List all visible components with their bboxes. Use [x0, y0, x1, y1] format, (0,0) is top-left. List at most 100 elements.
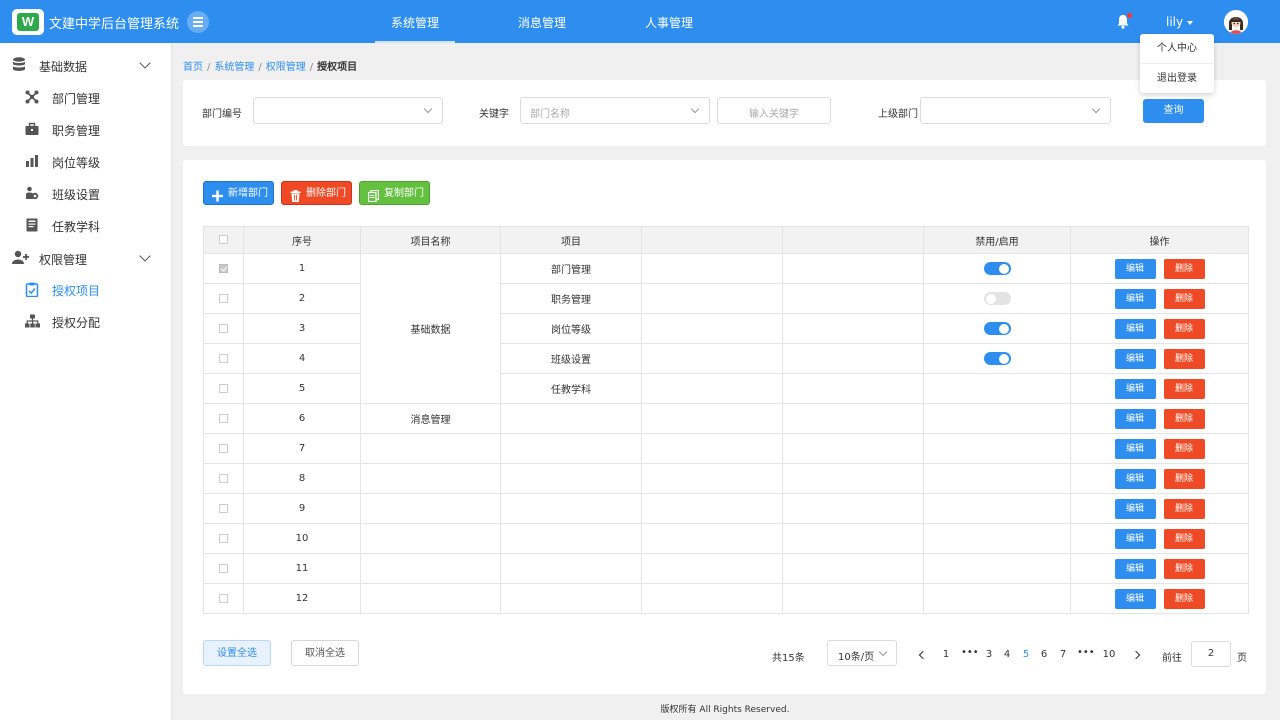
page-number[interactable]: 4 [1000, 649, 1014, 660]
delete-button[interactable]: 删除 [1163, 378, 1205, 399]
page-number-current[interactable]: 5 [1019, 649, 1033, 660]
goto-label: 前往 [1162, 653, 1182, 664]
empty-cell [641, 253, 783, 284]
delete-department-button[interactable]: 删除部门 [281, 181, 352, 205]
edit-button[interactable]: 编辑 [1114, 348, 1156, 369]
row-checkbox[interactable] [219, 293, 228, 303]
next-page-icon[interactable] [1131, 650, 1141, 660]
topnav-message[interactable]: 消息管理 [502, 0, 582, 43]
edit-button[interactable]: 编辑 [1114, 528, 1156, 549]
row-checkbox[interactable] [219, 263, 228, 273]
topnav-hr[interactable]: 人事管理 [629, 0, 709, 43]
sidebar-item-auth-project[interactable]: 授权项目 [0, 273, 172, 305]
select-all-checkbox[interactable] [219, 235, 228, 244]
profile-menu-item[interactable]: 个人中心 [1140, 34, 1214, 63]
page-number[interactable]: 7 [1056, 649, 1070, 660]
query-button[interactable]: 查询 [1143, 99, 1204, 123]
delete-button[interactable]: 删除 [1163, 588, 1205, 609]
edit-button[interactable]: 编辑 [1114, 498, 1156, 519]
prev-page-icon[interactable] [918, 650, 928, 660]
dept-code-select[interactable] [253, 97, 443, 124]
edit-button[interactable]: 编辑 [1114, 378, 1156, 399]
sidebar-item-class-setting[interactable]: 班级设置 [0, 177, 172, 209]
row-select-cell [203, 253, 244, 284]
page-size-select[interactable]: 10条/页 [827, 640, 897, 666]
row-checkbox[interactable] [219, 503, 228, 513]
page-ellipsis[interactable]: ••• [1077, 647, 1095, 658]
project-name-cell [360, 553, 501, 584]
breadcrumb-permission[interactable]: 权限管理 [266, 62, 306, 73]
row-checkbox[interactable] [219, 533, 228, 543]
copy-department-button[interactable]: 复制部门 [359, 181, 430, 205]
delete-button[interactable]: 删除 [1163, 348, 1205, 369]
bell-icon[interactable] [1116, 13, 1132, 29]
topnav-system[interactable]: 系统管理 [375, 0, 455, 43]
enable-toggle[interactable] [983, 292, 1011, 305]
avatar[interactable] [1224, 10, 1248, 34]
breadcrumb-system[interactable]: 系统管理 [214, 62, 254, 73]
enable-toggle[interactable] [983, 322, 1011, 335]
edit-button[interactable]: 编辑 [1114, 258, 1156, 279]
delete-button[interactable]: 删除 [1163, 468, 1205, 489]
row-checkbox[interactable] [219, 413, 228, 423]
user-menu-trigger[interactable]: lily [1166, 15, 1194, 29]
goto-page-input[interactable]: 2 [1191, 641, 1231, 667]
sidebar-group-basic-data[interactable]: 基础数据 [0, 49, 172, 81]
sidebar-group-label: 基础数据 [39, 60, 88, 74]
chevron-down-icon [423, 104, 433, 114]
breadcrumb-home[interactable]: 首页 [183, 62, 203, 73]
delete-button[interactable]: 删除 [1163, 408, 1205, 429]
keyword-input[interactable]: 输入关键字 [717, 97, 831, 124]
clear-selection-button[interactable]: 取消全选 [291, 640, 359, 666]
sidebar-item-position[interactable]: 职务管理 [0, 113, 172, 145]
row-select-cell [203, 343, 244, 374]
delete-button[interactable]: 删除 [1163, 528, 1205, 549]
row-number: 8 [243, 463, 361, 494]
notification-dot [1127, 13, 1132, 18]
add-department-button[interactable]: 新增部门 [203, 181, 274, 205]
enable-toggle[interactable] [983, 352, 1011, 365]
sidebar-item-department[interactable]: 部门管理 [0, 81, 172, 113]
parent-dept-select[interactable] [920, 97, 1111, 124]
page-number[interactable]: 10 [1101, 649, 1117, 660]
project-item-cell: 部门管理 [500, 253, 642, 284]
keyword-label: 关键字 [479, 109, 509, 120]
delete-button[interactable]: 删除 [1163, 288, 1205, 309]
sidebar-group-permission[interactable]: 权限管理 [0, 242, 172, 274]
row-checkbox[interactable] [219, 443, 228, 453]
edit-button[interactable]: 编辑 [1114, 588, 1156, 609]
select-all-button[interactable]: 设置全选 [203, 640, 271, 666]
logout-menu-item[interactable]: 退出登录 [1140, 63, 1214, 92]
delete-button[interactable]: 删除 [1163, 258, 1205, 279]
edit-button[interactable]: 编辑 [1114, 408, 1156, 429]
enable-toggle[interactable] [983, 262, 1011, 275]
empty-cell [782, 433, 924, 464]
sidebar-item-auth-assign[interactable]: 授权分配 [0, 305, 172, 337]
row-checkbox[interactable] [219, 593, 228, 603]
row-checkbox[interactable] [219, 563, 228, 573]
sidebar-item-subject[interactable]: 任教学科 [0, 209, 172, 241]
delete-button[interactable]: 删除 [1163, 498, 1205, 519]
delete-button[interactable]: 删除 [1163, 438, 1205, 459]
row-checkbox[interactable] [219, 473, 228, 483]
page-ellipsis[interactable]: ••• [961, 647, 979, 658]
empty-cell [782, 403, 924, 434]
edit-button[interactable]: 编辑 [1114, 288, 1156, 309]
row-select-cell [203, 523, 244, 554]
page-number[interactable]: 1 [939, 649, 953, 660]
row-checkbox[interactable] [219, 323, 228, 333]
menu-toggle-icon[interactable] [187, 11, 209, 33]
edit-button[interactable]: 编辑 [1114, 468, 1156, 489]
dept-name-select[interactable]: 部门名称 [520, 97, 710, 124]
sidebar-item-post-level[interactable]: 岗位等级 [0, 145, 172, 177]
page-number[interactable]: 6 [1037, 649, 1051, 660]
delete-button[interactable]: 删除 [1163, 318, 1205, 339]
edit-button[interactable]: 编辑 [1114, 558, 1156, 579]
row-checkbox[interactable] [219, 353, 228, 363]
edit-button[interactable]: 编辑 [1114, 318, 1156, 339]
empty-cell [641, 283, 783, 314]
delete-button[interactable]: 删除 [1163, 558, 1205, 579]
edit-button[interactable]: 编辑 [1114, 438, 1156, 459]
page-number[interactable]: 3 [982, 649, 996, 660]
row-checkbox[interactable] [219, 383, 228, 393]
